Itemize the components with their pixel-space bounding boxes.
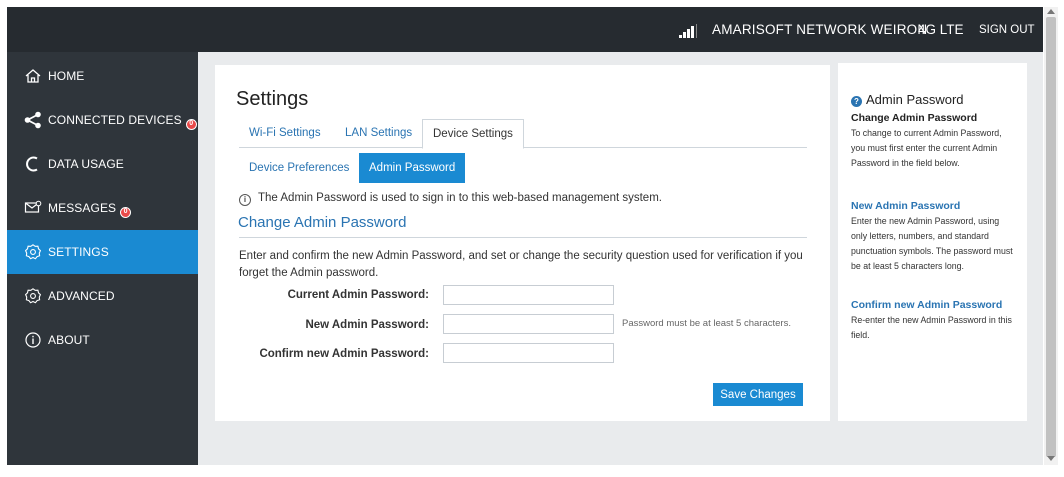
new-password-input[interactable]: [443, 314, 614, 334]
sidebar-item-settings[interactable]: SETTINGS: [7, 230, 198, 274]
sidebar-item-about[interactable]: ABOUT: [7, 318, 198, 362]
sidebar-item-label: HOME: [48, 69, 85, 83]
sign-out-link[interactable]: SIGN OUT: [979, 24, 1035, 36]
help-title-text: Admin Password: [866, 92, 964, 107]
scroll-up-arrow-icon[interactable]: [1047, 9, 1055, 14]
section-title: Change Admin Password: [238, 214, 407, 231]
help-change-admin-title: Change Admin Password: [851, 112, 978, 124]
tab-device-settings[interactable]: Device Settings: [422, 119, 524, 149]
scroll-down-arrow-icon[interactable]: [1047, 456, 1055, 461]
sidebar-item-data-usage[interactable]: DATA USAGE: [7, 142, 198, 186]
top-bar: AMARISOFT NETWORK WEIRON 4G LTE SIGN OUT: [7, 7, 1043, 52]
advanced-gear-icon: [24, 288, 42, 304]
vertical-scrollbar[interactable]: [1044, 7, 1058, 465]
help-change-admin-body: To change to current Admin Password, you…: [851, 128, 1002, 168]
section-divider: [239, 237, 807, 238]
settings-icon: [24, 244, 42, 260]
subtab-admin-password[interactable]: Admin Password: [359, 153, 466, 183]
info-circle-icon: i: [239, 194, 251, 206]
messages-icon: [24, 200, 42, 213]
save-changes-button[interactable]: Save Changes: [713, 383, 803, 406]
sidebar-item-label: SETTINGS: [48, 245, 109, 259]
current-password-label: Current Admin Password:: [287, 289, 429, 301]
settings-card: Settings Wi-Fi Settings LAN Settings Dev…: [215, 65, 830, 421]
page-title: Settings: [236, 88, 309, 110]
network-type: 4G LTE: [918, 22, 964, 37]
section-description: Enter and confirm the new Admin Password…: [239, 250, 803, 279]
tab-lan-settings[interactable]: LAN Settings: [335, 119, 422, 148]
gauge-icon: [26, 156, 38, 172]
home-icon: [25, 69, 41, 83]
sidebar-item-label: MESSAGES: [48, 201, 117, 215]
tab-wifi-settings[interactable]: Wi-Fi Settings: [239, 119, 331, 148]
confirm-password-input[interactable]: [443, 343, 614, 363]
help-question-icon: ?: [851, 96, 862, 107]
help-new-admin-body: Enter the new Admin Password, using only…: [851, 216, 1013, 271]
settings-tabs: Wi-Fi Settings LAN Settings Device Setti…: [239, 119, 807, 149]
info-text: The Admin Password is used to sign in to…: [258, 192, 662, 204]
sidebar: HOME CONNECTED DEVICES 0 DATA USAGE MESSA…: [7, 52, 198, 465]
sidebar-item-label: DATA USAGE: [48, 157, 124, 171]
current-password-input[interactable]: [443, 285, 614, 305]
app-frame: AMARISOFT NETWORK WEIRON 4G LTE SIGN OUT…: [7, 7, 1043, 465]
sidebar-item-home[interactable]: HOME: [7, 54, 198, 98]
admin-password-info: i The Admin Password is used to sign in t…: [239, 192, 662, 206]
subtab-device-preferences[interactable]: Device Preferences: [239, 153, 359, 183]
help-new-admin-title: New Admin Password: [851, 200, 961, 212]
sidebar-item-messages[interactable]: MESSAGES 0: [7, 186, 198, 230]
sidebar-item-label: ADVANCED: [48, 289, 115, 303]
connected-devices-badge: 0: [185, 119, 197, 130]
sidebar-item-label: CONNECTED DEVICES: [48, 113, 182, 127]
help-panel: ? Admin Password Change Admin Password To…: [838, 63, 1027, 421]
help-confirm-admin-title: Confirm new Admin Password: [851, 299, 1003, 311]
password-hint: Password must be at least 5 characters.: [622, 318, 791, 329]
sidebar-item-advanced[interactable]: ADVANCED: [7, 274, 198, 318]
scrollbar-thumb[interactable]: [1046, 17, 1056, 457]
help-title: ? Admin Password: [851, 92, 964, 107]
messages-badge: 0: [120, 207, 132, 218]
share-icon: [24, 111, 41, 129]
signal-strength-icon: [679, 24, 699, 38]
sidebar-item-label: ABOUT: [48, 333, 90, 347]
sidebar-item-connected-devices[interactable]: CONNECTED DEVICES 0: [7, 98, 198, 142]
info-icon: [25, 332, 41, 348]
network-name: AMARISOFT NETWORK WEIRON: [712, 22, 928, 37]
confirm-password-label: Confirm new Admin Password:: [259, 348, 429, 360]
help-confirm-admin-body: Re-enter the new Admin Password in this …: [851, 315, 1012, 340]
new-password-label: New Admin Password:: [305, 319, 429, 331]
